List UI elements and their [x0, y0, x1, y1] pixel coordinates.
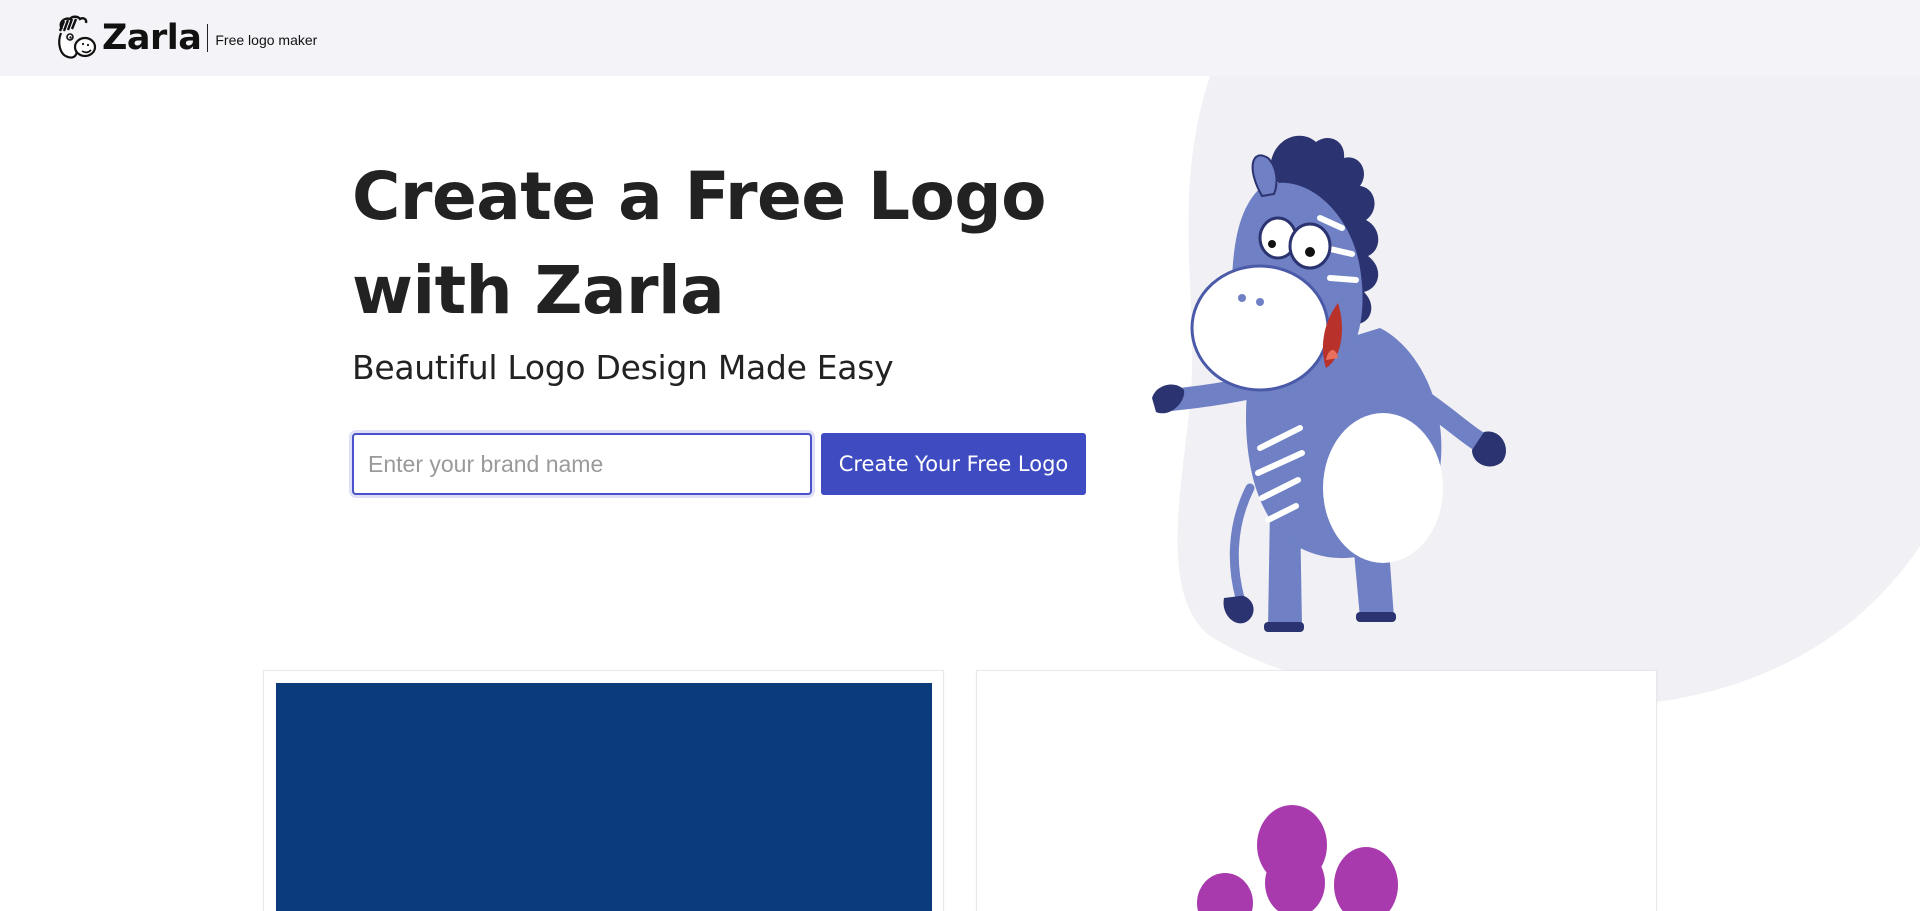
brand-name-input[interactable]	[352, 433, 812, 495]
brand-logo-link[interactable]: Zarla Free logo maker	[52, 14, 317, 62]
hero-title-line-2: with Zarla	[352, 252, 725, 329]
hero-subtitle: Beautiful Logo Design Made Easy	[352, 348, 894, 387]
logo-preview-card[interactable]	[976, 670, 1657, 911]
create-free-logo-button[interactable]: Create Your Free Logo	[821, 433, 1086, 495]
zebra-mascot-illustration	[1152, 135, 1506, 632]
purple-paw-logo-preview	[1197, 805, 1398, 911]
logo-preview-card[interactable]	[263, 670, 944, 911]
brand-divider	[207, 24, 209, 52]
top-header: Zarla Free logo maker	[0, 0, 1920, 76]
hero-title: Create a Free Logo with Zarla	[352, 150, 1052, 338]
brand-tagline: Free logo maker	[215, 32, 318, 48]
dark-blue-logo-preview	[276, 683, 932, 911]
zebra-head-icon	[58, 15, 97, 59]
brand-name: Zarla	[102, 18, 202, 58]
hero-title-line-1: Create a Free Logo	[352, 158, 1047, 235]
